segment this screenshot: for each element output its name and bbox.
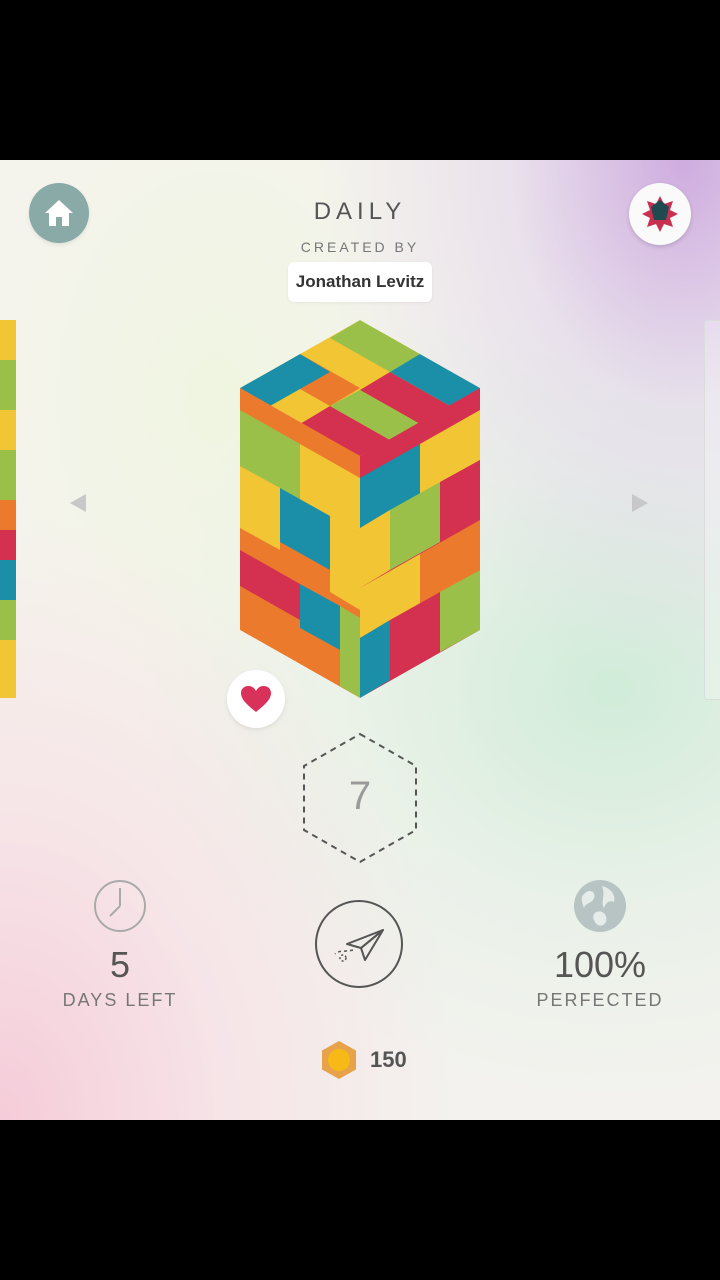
piece-count: 7: [348, 774, 372, 818]
puzzle-preview[interactable]: [240, 320, 480, 700]
next-puzzle-peek[interactable]: [704, 320, 720, 700]
favorite-button[interactable]: [227, 670, 285, 728]
paper-plane-icon: [334, 929, 384, 962]
coin-balance[interactable]: 150: [320, 1040, 407, 1080]
perfected-label: PERFECTED: [536, 990, 664, 1010]
globe-icon-wrap: [572, 878, 628, 939]
days-left-label: DAYS LEFT: [62, 990, 178, 1010]
hex-coin-icon: [322, 1041, 356, 1079]
next-puzzle-arrow[interactable]: [630, 492, 650, 518]
previous-puzzle-arrow[interactable]: [68, 492, 88, 518]
heart-icon: [241, 686, 271, 712]
coin-count: 150: [370, 1047, 407, 1072]
daily-puzzle-screen: DAILY CREATED BY Jonathan Levitz 7 5 DAY…: [0, 160, 720, 1120]
star-badge-icon: [642, 196, 678, 232]
profile-badge-button[interactable]: [629, 183, 691, 245]
right-arrow-icon: [632, 494, 648, 512]
author-name[interactable]: Jonathan Levitz: [288, 262, 432, 302]
perfected-value: 100%: [553, 944, 647, 985]
days-left-value: 5: [109, 944, 131, 985]
mode-title: DAILY: [313, 198, 407, 225]
previous-puzzle-peek[interactable]: [0, 320, 16, 698]
globe-icon: [574, 880, 626, 932]
left-arrow-icon: [70, 494, 86, 512]
clock-icon-wrap: [92, 878, 148, 939]
created-by-label: CREATED BY: [300, 239, 420, 255]
puzzle-cube-image: [240, 320, 480, 698]
clock-icon: [94, 880, 146, 932]
send-challenge-button[interactable]: [315, 900, 403, 988]
